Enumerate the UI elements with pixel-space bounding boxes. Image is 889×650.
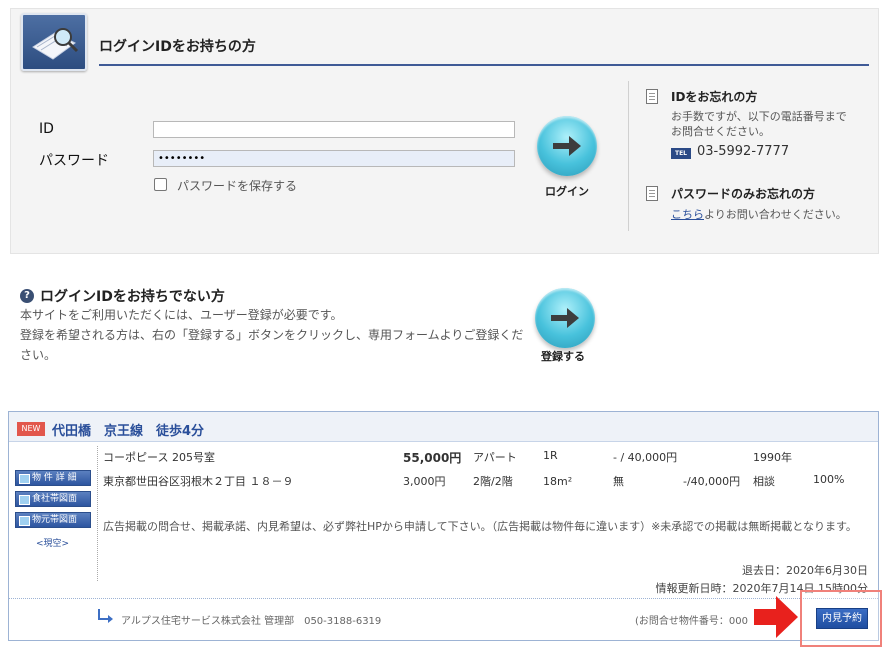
arrow-right-icon bbox=[553, 136, 581, 156]
column-divider bbox=[97, 446, 98, 581]
save-password-label: パスワードを保存する bbox=[177, 179, 298, 193]
document-icon bbox=[646, 89, 658, 104]
login-button-label[interactable]: ログイン bbox=[532, 183, 602, 199]
parking: 無 bbox=[613, 475, 624, 488]
property-detail-button[interactable]: 物 件 詳 細 bbox=[15, 470, 91, 486]
floor-layout: 1R bbox=[543, 449, 558, 462]
floorplan-button-1[interactable]: 食社帯図面 bbox=[15, 491, 91, 507]
tel-badge: TEL bbox=[671, 148, 691, 159]
password-label: パスワード bbox=[39, 153, 109, 169]
no-id-text-2: 登録を希望される方は、右の「登録する」ボタンをクリックし、専用フォームよりご登録… bbox=[20, 328, 524, 342]
area: 18m² bbox=[543, 475, 573, 488]
property-listing: NEW 代田橋 京王線 徒歩4分 物 件 詳 細 食社帯図面 物元帯図面 <現空… bbox=[8, 411, 879, 641]
document-icon bbox=[646, 186, 658, 201]
forgot-password-text: こちらよりお問い合わせください。 bbox=[671, 207, 847, 223]
listing-notice: 広告掲載の問合せ、掲載承諾、内見希望は、必ず弊社HPから申請して下さい。（広告掲… bbox=[103, 520, 857, 533]
forgot-password-title: パスワードのみお忘れの方 bbox=[671, 187, 816, 201]
register-button[interactable] bbox=[535, 288, 595, 348]
floor: 2階/2階 bbox=[473, 475, 513, 488]
forgot-id-title: IDをお忘れの方 bbox=[671, 90, 758, 104]
viewing-reservation-button[interactable]: 内見予約 bbox=[816, 608, 868, 629]
floorplan-button-2[interactable]: 物元帯図面 bbox=[15, 512, 91, 528]
vacate-date: 退去日：2020年6月30日 bbox=[742, 564, 868, 577]
no-id-text-3: さい。 bbox=[20, 348, 57, 362]
forgot-password-rest: よりお問い合わせください。 bbox=[704, 208, 847, 221]
id-input[interactable] bbox=[153, 121, 515, 138]
key-money: -/40,000円 bbox=[683, 475, 741, 488]
title-rule bbox=[99, 64, 869, 66]
new-badge: NEW bbox=[17, 422, 45, 436]
consultation: 相談 bbox=[753, 475, 775, 488]
login-button[interactable] bbox=[537, 116, 597, 176]
phone-number: 03-5992-7777 bbox=[697, 144, 790, 159]
ratio: 100% bbox=[813, 473, 845, 486]
deposit: - / 40,000円 bbox=[613, 451, 678, 464]
forgot-id-text-2: お問合せください。 bbox=[671, 125, 770, 138]
contact-link[interactable]: こちら bbox=[671, 208, 704, 221]
login-title: ログインIDをお持ちの方 bbox=[99, 39, 256, 55]
rent: 55,000円 bbox=[403, 451, 462, 465]
id-label: ID bbox=[39, 121, 54, 137]
password-input[interactable] bbox=[153, 150, 515, 167]
property-name: コーポピース 205号室 bbox=[103, 451, 215, 464]
no-id-text-1: 本サイトをご利用いただくには、ユーザー登録が必要です。 bbox=[20, 308, 343, 322]
arrow-right-icon bbox=[551, 308, 579, 328]
station-info[interactable]: 代田橋 京王線 徒歩4分 bbox=[52, 420, 204, 439]
vacancy-status-link[interactable]: <現空> bbox=[36, 536, 69, 549]
management-fee: 3,000円 bbox=[403, 475, 446, 488]
listing-header: NEW 代田橋 京王線 徒歩4分 bbox=[9, 412, 878, 442]
address: 東京都世田谷区羽根木２丁目 １８－９ bbox=[103, 475, 294, 488]
pointer-arrow-icon bbox=[754, 596, 798, 638]
turn-arrow-icon bbox=[98, 609, 113, 623]
register-button-label[interactable]: 登録する bbox=[528, 348, 598, 364]
question-icon: ? bbox=[20, 289, 34, 303]
no-id-title: ログインIDをお持ちでない方 bbox=[40, 289, 225, 305]
forgot-id-text-1: お手数ですが、以下の電話番号まで bbox=[671, 110, 847, 123]
year-built: 1990年 bbox=[753, 451, 792, 464]
login-magnifier-icon bbox=[21, 13, 87, 71]
panel-divider bbox=[628, 81, 629, 231]
footer-divider bbox=[9, 598, 878, 599]
save-password-checkbox[interactable] bbox=[154, 178, 167, 191]
management-company: アルプス住宅サービス株式会社 管理部 050-3188-6319 bbox=[121, 616, 382, 627]
login-panel: ログインIDをお持ちの方 ID パスワード パスワードを保存する ログイン ID… bbox=[10, 8, 879, 254]
inquiry-number-text: (お問合せ物件番号：000 bbox=[635, 616, 748, 627]
property-type: アパート bbox=[473, 451, 517, 464]
